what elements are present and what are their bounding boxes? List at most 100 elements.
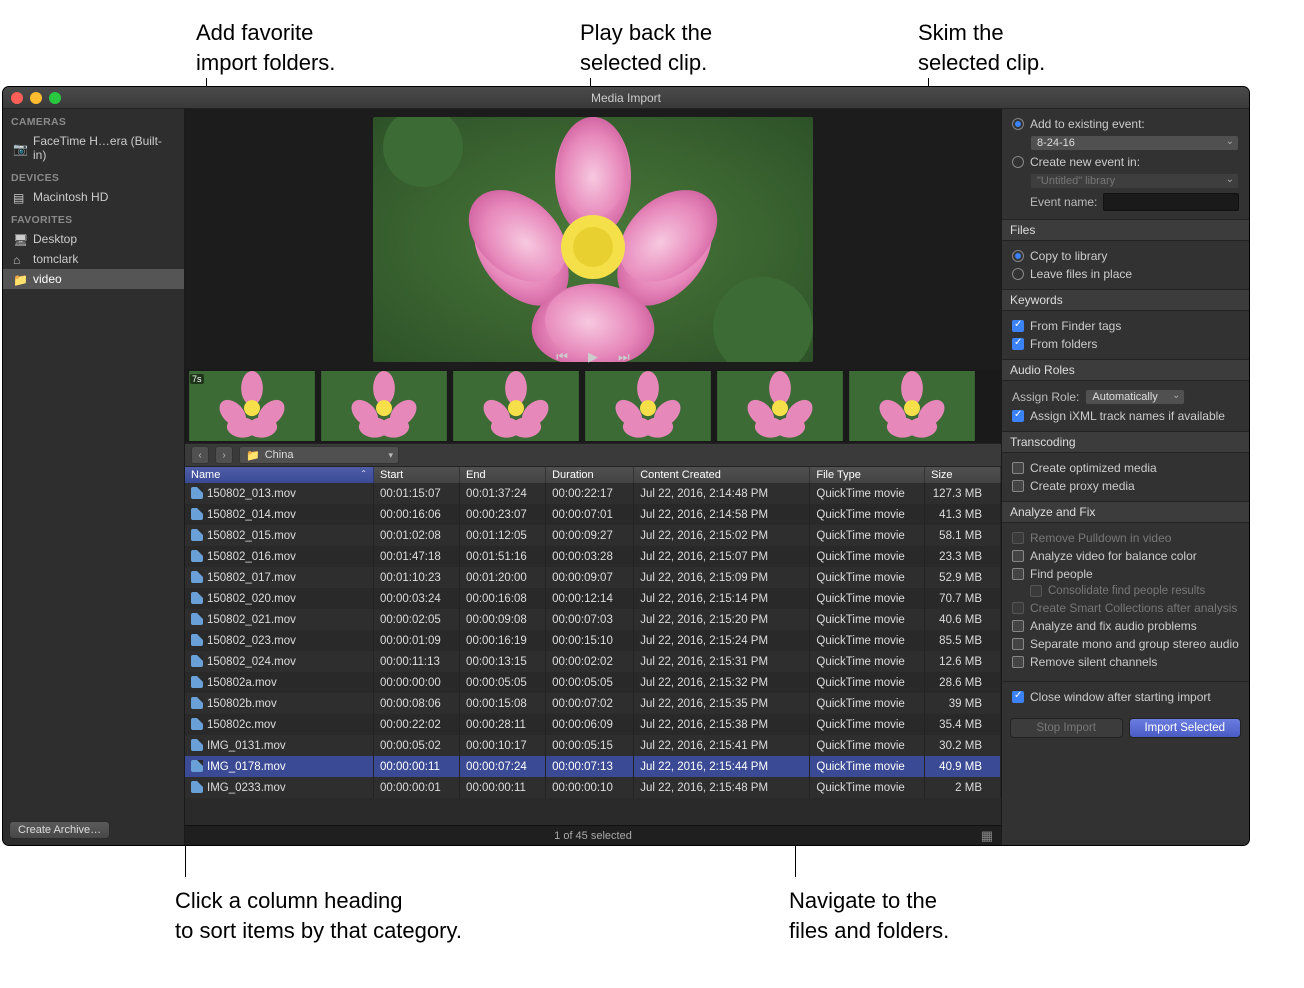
table-row[interactable]: 150802a.mov 00:00:00:0000:00:05:0500:00:… — [185, 672, 1001, 693]
radio-leave[interactable] — [1012, 268, 1024, 280]
movie-file-icon — [191, 676, 203, 688]
check-close-after[interactable] — [1012, 691, 1024, 703]
minimize-window-button[interactable] — [30, 92, 42, 104]
callout-sort: Click a column heading to sort items by … — [175, 886, 462, 945]
status-bar: 1 of 45 selected ▦ — [185, 825, 1001, 845]
sidebar-item-home[interactable]: ⌂ tomclark — [3, 249, 184, 269]
col-name[interactable]: Name⌃ — [185, 467, 374, 483]
sidebar-item-device[interactable]: ▤ Macintosh HD — [3, 187, 184, 207]
create-new-row[interactable]: Create new event in: — [1012, 153, 1239, 171]
mono-row[interactable]: Separate mono and group stereo audio — [1012, 635, 1239, 653]
sidebar-item-label: tomclark — [33, 252, 78, 266]
table-row[interactable]: 150802_013.mov 00:01:15:0700:01:37:2400:… — [185, 483, 1001, 504]
col-size[interactable]: Size — [925, 467, 1001, 483]
nav-back-button[interactable]: ‹ — [191, 446, 209, 464]
radio-create-new[interactable] — [1012, 156, 1024, 168]
proxy-row[interactable]: Create proxy media — [1012, 477, 1239, 495]
table-row[interactable]: IMG_0131.mov 00:00:05:0200:00:10:1700:00… — [185, 735, 1001, 756]
sidebar-heading-cameras: CAMERAS — [3, 109, 184, 131]
table-row[interactable]: 150802_021.mov 00:00:02:0500:00:09:0800:… — [185, 609, 1001, 630]
sidebar-heading-devices: DEVICES — [3, 165, 184, 187]
balance-row[interactable]: Analyze video for balance color — [1012, 547, 1239, 565]
preview-area[interactable]: ⏮ ▶ ⏭ — [185, 109, 1001, 369]
radio-add-existing[interactable] — [1012, 118, 1024, 130]
check-finder-tags[interactable] — [1012, 320, 1024, 332]
table-row[interactable]: 150802_014.mov 00:00:16:0600:00:23:0700:… — [185, 504, 1001, 525]
filmstrip-thumb[interactable] — [847, 371, 977, 441]
assign-role-select[interactable]: Automatically — [1085, 389, 1185, 405]
next-button[interactable]: ⏭ — [618, 349, 630, 365]
event-name-input — [1103, 193, 1239, 211]
filmstrip-thumb[interactable]: 7s — [187, 371, 317, 441]
check-from-folders[interactable] — [1012, 338, 1024, 350]
zoom-window-button[interactable] — [49, 92, 61, 104]
copy-to-library-row[interactable]: Copy to library — [1012, 247, 1239, 265]
check-smart — [1012, 602, 1024, 614]
smart-row: Create Smart Collections after analysis — [1012, 599, 1239, 617]
audioprob-row[interactable]: Analyze and fix audio problems — [1012, 617, 1239, 635]
col-duration[interactable]: Duration — [546, 467, 634, 483]
check-optimized[interactable] — [1012, 462, 1024, 474]
radio-copy[interactable] — [1012, 250, 1024, 262]
col-end[interactable]: End — [460, 467, 546, 483]
path-folder-select[interactable]: 📁 China — [239, 446, 399, 464]
check-proxy[interactable] — [1012, 480, 1024, 492]
movie-file-icon — [191, 634, 203, 646]
thumb-duration-badge: 7s — [190, 374, 204, 384]
consolidate-row: Consolidate find people results — [1012, 583, 1239, 599]
col-start[interactable]: Start — [374, 467, 460, 483]
sidebar-item-camera[interactable]: 📷 FaceTime H…era (Built-in) — [3, 131, 184, 165]
filmstrip[interactable]: 7s — [185, 369, 1001, 443]
sidebar-item-label: Desktop — [33, 232, 77, 246]
kw-finder-row[interactable]: From Finder tags — [1012, 317, 1239, 335]
findpeople-row[interactable]: Find people — [1012, 565, 1239, 583]
table-row[interactable]: 150802_016.mov 00:01:47:1800:01:51:1600:… — [185, 546, 1001, 567]
check-findpeople[interactable] — [1012, 568, 1024, 580]
section-files: Files — [1002, 219, 1249, 241]
create-archive-button[interactable]: Create Archive… — [9, 821, 110, 839]
movie-file-icon — [191, 487, 203, 499]
callout-nav: Navigate to the files and folders. — [789, 886, 949, 945]
section-audio-roles: Audio Roles — [1002, 359, 1249, 381]
close-window-button[interactable] — [11, 92, 23, 104]
assign-role-label: Assign Role: — [1012, 390, 1079, 404]
filmstrip-thumb[interactable] — [451, 371, 581, 441]
sidebar-item-desktop[interactable]: 🖥 Desktop — [3, 229, 184, 249]
create-new-label: Create new event in: — [1030, 155, 1140, 169]
view-toggle-button[interactable]: ▦ — [981, 828, 993, 844]
table-row[interactable]: 150802_023.mov 00:00:01:0900:00:16:1900:… — [185, 630, 1001, 651]
table-row[interactable]: 150802_015.mov 00:01:02:0800:01:12:0500:… — [185, 525, 1001, 546]
prev-button[interactable]: ⏮ — [556, 349, 568, 365]
col-content-created[interactable]: Content Created — [634, 467, 810, 483]
optimized-row[interactable]: Create optimized media — [1012, 459, 1239, 477]
close-after-row[interactable]: Close window after starting import — [1012, 688, 1239, 706]
nav-forward-button[interactable]: › — [215, 446, 233, 464]
check-silent[interactable] — [1012, 656, 1024, 668]
col-file-type[interactable]: File Type — [810, 467, 925, 483]
check-ixml[interactable] — [1012, 410, 1024, 422]
table-row[interactable]: 150802b.mov 00:00:08:0600:00:15:0800:00:… — [185, 693, 1001, 714]
check-audioprob[interactable] — [1012, 620, 1024, 632]
check-mono[interactable] — [1012, 638, 1024, 650]
table-row[interactable]: 150802_024.mov 00:00:11:1300:00:13:1500:… — [185, 651, 1001, 672]
event-select[interactable]: 8-24-16 — [1030, 135, 1239, 151]
table-row[interactable]: 150802_017.mov 00:01:10:2300:01:20:0000:… — [185, 567, 1001, 588]
kw-folders-row[interactable]: From folders — [1012, 335, 1239, 353]
silent-row[interactable]: Remove silent channels — [1012, 653, 1239, 671]
status-text: 1 of 45 selected — [554, 830, 632, 842]
add-to-existing-row[interactable]: Add to existing event: — [1012, 115, 1239, 133]
leave-in-place-row[interactable]: Leave files in place — [1012, 265, 1239, 283]
table-row[interactable]: 150802_020.mov 00:00:03:2400:00:16:0800:… — [185, 588, 1001, 609]
filmstrip-thumb[interactable] — [583, 371, 713, 441]
table-row[interactable]: 150802c.mov 00:00:22:0200:00:28:1100:00:… — [185, 714, 1001, 735]
table-row[interactable]: IMG_0233.mov 00:00:00:0100:00:00:1100:00… — [185, 777, 1001, 798]
filmstrip-thumb[interactable] — [319, 371, 449, 441]
sidebar-item-video[interactable]: 📁 video — [3, 269, 184, 289]
play-button[interactable]: ▶ — [588, 349, 598, 365]
import-selected-button[interactable]: Import Selected — [1129, 718, 1242, 738]
filmstrip-thumb[interactable] — [715, 371, 845, 441]
check-balance[interactable] — [1012, 550, 1024, 562]
ixml-row[interactable]: Assign iXML track names if available — [1012, 407, 1239, 425]
path-folder-label: China — [265, 449, 294, 461]
table-row[interactable]: IMG_0178.mov 00:00:00:1100:00:07:2400:00… — [185, 756, 1001, 777]
